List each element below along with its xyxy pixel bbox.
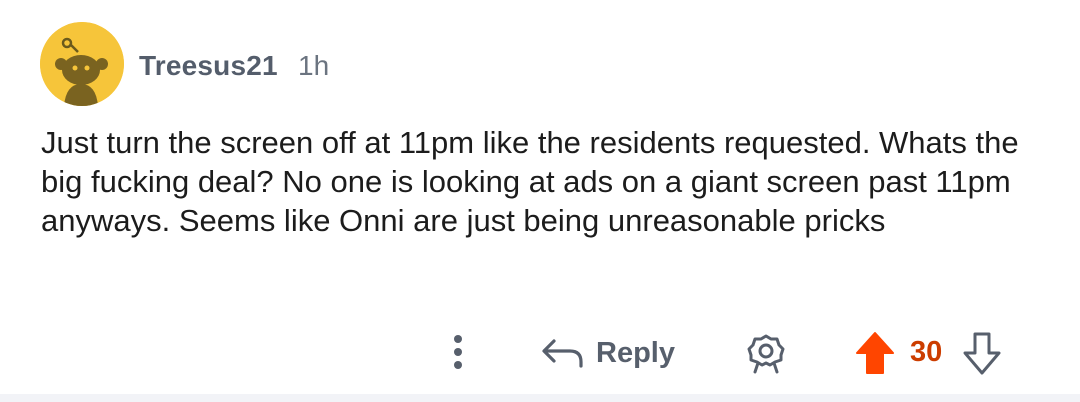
- comment-body: Just turn the screen off at 11pm like th…: [41, 125, 1019, 238]
- downvote-button[interactable]: [960, 329, 1004, 377]
- reply-arrow-icon: [542, 339, 583, 368]
- comment-divider: [0, 394, 1080, 402]
- vote-score: 30: [910, 336, 943, 368]
- reply-button[interactable]: Reply: [540, 330, 675, 376]
- snoo-avatar-icon: [40, 22, 124, 106]
- comment-age: 1h: [298, 50, 330, 81]
- upvote-button[interactable]: [853, 329, 897, 377]
- award-button[interactable]: [744, 330, 788, 376]
- upvote-arrow-icon: [856, 332, 894, 374]
- downvote-arrow-icon: [963, 332, 1001, 375]
- more-vertical-icon: [454, 335, 462, 369]
- more-options-button[interactable]: [440, 330, 476, 374]
- comment-card: Treesus21 1h Just turn the screen off at…: [0, 0, 1080, 394]
- reply-label: Reply: [596, 336, 675, 369]
- award-icon: [747, 334, 785, 374]
- comment-author[interactable]: Treesus21: [139, 50, 278, 82]
- avatar[interactable]: [40, 22, 124, 106]
